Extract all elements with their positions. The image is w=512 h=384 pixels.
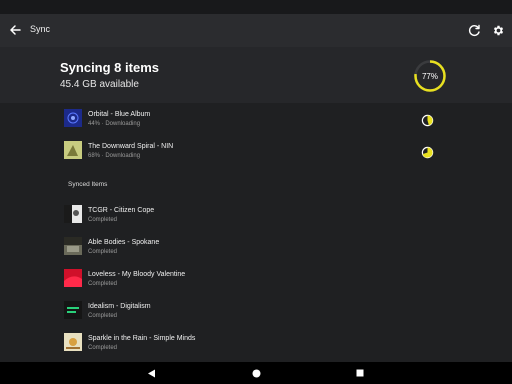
item-title: Idealism - Digitalism	[88, 303, 151, 310]
item-status: 68% · Downloading	[88, 153, 141, 159]
nav-back-button[interactable]	[144, 366, 158, 380]
item-status: Completed	[88, 345, 118, 351]
overall-progress-label: 77%	[421, 71, 438, 81]
album-art	[64, 109, 82, 127]
square-recents-icon	[356, 369, 364, 377]
sync-heading: Syncing 8 items	[60, 60, 159, 75]
album-art	[64, 237, 82, 255]
item-title: Sparkle in the Rain - Simple Minds	[88, 335, 196, 342]
refresh-icon	[468, 24, 480, 36]
sync-summary: Syncing 8 items 45.4 GB available 77%	[0, 47, 512, 103]
item-status: Completed	[88, 313, 118, 319]
refresh-button[interactable]	[466, 21, 482, 39]
item-title: Loveless - My Bloody Valentine	[88, 271, 186, 278]
list-item[interactable]: Loveless - My Bloody Valentine Completed	[0, 265, 512, 297]
album-art	[64, 301, 82, 319]
item-title: Orbital - Blue Album	[88, 111, 151, 118]
album-art	[64, 141, 82, 159]
arrow-left-icon	[10, 25, 21, 35]
list-item[interactable]: Sparkle in the Rain - Simple Minds Compl…	[0, 329, 512, 361]
page-title: Sync	[30, 24, 51, 34]
item-title: Able Bodies - Spokane	[88, 239, 160, 246]
nav-recents-button[interactable]	[353, 366, 367, 380]
item-status: Completed	[88, 217, 118, 223]
item-status: Completed	[88, 249, 118, 255]
system-nav-bar	[0, 362, 512, 384]
album-art	[64, 205, 82, 223]
item-status: 44% · Downloading	[88, 121, 141, 127]
list-item[interactable]: The Downward Spiral - NIN 68% · Download…	[0, 137, 512, 169]
synced-section-header: Synced Items	[68, 181, 108, 188]
album-art	[64, 333, 82, 351]
list-item[interactable]: TCGR - Citizen Cope Completed	[0, 201, 512, 233]
item-progress-icon	[421, 114, 434, 127]
list-item[interactable]: Able Bodies - Spokane Completed	[0, 233, 512, 265]
status-bar	[0, 0, 512, 14]
circle-home-icon	[252, 369, 260, 377]
nav-home-button[interactable]	[249, 366, 263, 380]
item-title: TCGR - Citizen Cope	[88, 207, 155, 214]
settings-button[interactable]	[489, 21, 507, 39]
list-item[interactable]: Orbital - Blue Album 44% · Downloading	[0, 105, 512, 137]
overall-progress-ring: 77%	[413, 59, 447, 93]
item-status: Completed	[88, 281, 118, 287]
album-art	[64, 269, 82, 287]
gear-icon	[493, 25, 503, 35]
triangle-back-icon	[147, 369, 155, 377]
item-progress-icon	[421, 146, 434, 159]
sync-list: Orbital - Blue Album 44% · Downloading T…	[0, 103, 512, 362]
back-button[interactable]	[6, 21, 24, 39]
app-bar: Sync	[0, 14, 512, 47]
available-space: 45.4 GB available	[60, 79, 139, 90]
list-item[interactable]: Idealism - Digitalism Completed	[0, 297, 512, 329]
item-title: The Downward Spiral - NIN	[88, 143, 174, 150]
